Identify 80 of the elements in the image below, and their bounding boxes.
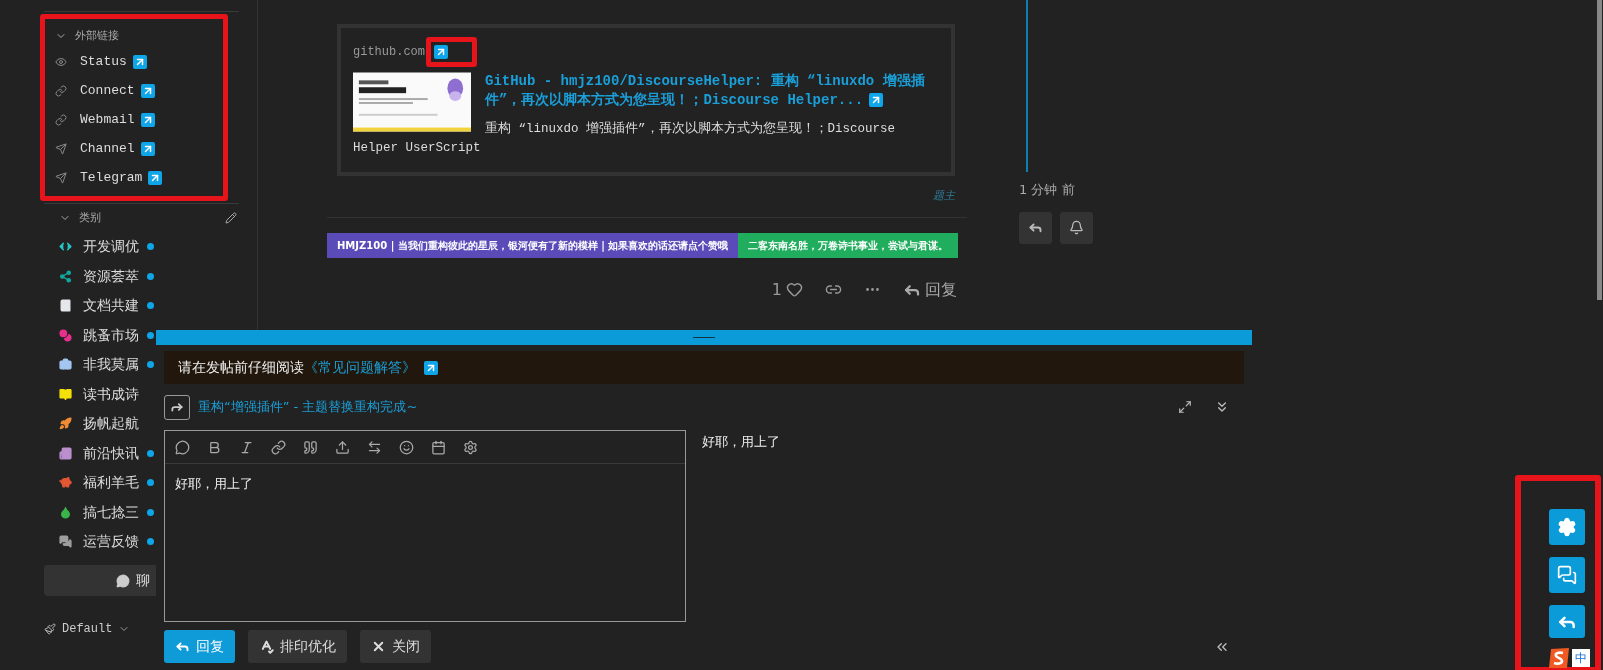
brush-icon xyxy=(44,623,56,635)
upload-icon[interactable] xyxy=(335,439,350,455)
theme-selector[interactable]: Default xyxy=(44,620,131,638)
paper-plane-icon xyxy=(55,171,67,184)
like-button[interactable]: 1 xyxy=(771,277,803,302)
category-link[interactable]: 运营反馈 xyxy=(83,531,139,553)
signature-banner: 二客东南名胜，万卷诗书事业，尝试与君谋。 xyxy=(738,232,959,258)
spell-check-icon xyxy=(259,639,274,654)
smiley-icon[interactable] xyxy=(399,439,414,455)
bold-icon[interactable] xyxy=(207,439,222,455)
close-button[interactable]: 关闭 xyxy=(360,630,431,663)
external-link-icon xyxy=(140,83,155,98)
reply-icon xyxy=(1028,220,1043,235)
calendar-icon[interactable] xyxy=(431,439,446,455)
paper-plane-icon xyxy=(55,142,67,155)
forward-icon[interactable] xyxy=(164,394,190,420)
chat-button[interactable] xyxy=(1549,557,1585,593)
category-link[interactable]: 开发调优 xyxy=(83,236,139,258)
notice-text: 请在发帖前仔细阅读 xyxy=(178,358,304,377)
sidebar-link[interactable]: Webmail xyxy=(80,109,135,130)
heart-icon xyxy=(786,281,803,298)
reply-icon xyxy=(175,639,190,654)
bell-icon xyxy=(1069,220,1084,235)
category-link[interactable]: 跳蚤市场 xyxy=(83,324,139,346)
timestamp: 1 分钟 前 xyxy=(1019,181,1076,199)
bell-button[interactable] xyxy=(1060,211,1093,244)
section-title: 外部链接 xyxy=(75,27,119,44)
sidebar-link[interactable]: Status xyxy=(80,51,127,72)
category-link[interactable]: 搞七捻三 xyxy=(83,501,139,523)
ime-mode-indicator[interactable]: 中 xyxy=(1572,649,1590,667)
typography-button[interactable]: 排印优化 xyxy=(248,630,347,663)
sidebar-link[interactable]: Channel xyxy=(80,138,135,159)
italic-icon[interactable] xyxy=(239,439,254,455)
chat-button[interactable]: 聊 xyxy=(44,565,156,596)
external-link-icon xyxy=(132,54,147,69)
onebox-description: 重构 “linuxdo 增强插件”，再次以脚本方式为您呈现！；Discourse Helper UserScript xyxy=(353,120,897,157)
settings-icon xyxy=(1557,517,1577,537)
external-link-icon xyxy=(140,141,155,156)
onebox-title-link[interactable]: GitHub - hmjz100/DiscourseHelper: 重构 “linuxdo 增强插件”，再次以脚本方式为您呈现！；Discourse Helper... xyxy=(353,72,939,110)
sidebar-link[interactable]: Connect xyxy=(80,80,135,101)
section-title: 类别 xyxy=(79,209,102,226)
domain-text: github.com xyxy=(353,44,425,61)
category-link[interactable]: 前沿快讯 xyxy=(83,442,139,464)
quote-icon[interactable] xyxy=(303,439,318,455)
preview-text: 好耶，用上了 xyxy=(702,433,780,451)
settings-icon[interactable] xyxy=(463,439,478,455)
link-icon xyxy=(55,113,67,126)
external-link-icon xyxy=(148,170,163,185)
close-icon xyxy=(371,639,386,654)
speech-bubble-icon[interactable] xyxy=(175,439,190,455)
ime-logo-icon xyxy=(1546,646,1572,670)
signature-banner: HMJZ100 | 当我们重构彼此的星辰，银河便有了新的模样 | 如果喜欢的话还请点个赞哦 xyxy=(327,232,739,258)
category-link[interactable]: 文档共建 xyxy=(83,295,139,317)
swap-icon[interactable] xyxy=(367,439,382,455)
link-icon xyxy=(55,84,67,97)
reply-to-link[interactable]: 重构“增强插件” - 主题替换重构完成~ xyxy=(198,397,1178,417)
author-label: 题主 xyxy=(933,188,955,204)
reply-button[interactable] xyxy=(1019,211,1052,244)
eye-icon xyxy=(55,55,67,68)
faq-link[interactable]: 《常见问题解答》 xyxy=(304,357,416,378)
external-link-icon xyxy=(869,93,884,108)
external-link-icon xyxy=(424,360,438,375)
external-link-icon xyxy=(140,112,155,127)
category-link[interactable]: 非我莫属 xyxy=(83,354,139,376)
category-link[interactable]: 读书成诗 xyxy=(83,383,139,405)
category-link[interactable]: 福利羊毛 xyxy=(83,472,139,494)
speech-bubble-icon xyxy=(116,573,130,588)
reply-button[interactable]: 回复 xyxy=(903,277,957,302)
editor-field[interactable]: 好耶，用上了 xyxy=(164,430,686,622)
reply-button[interactable] xyxy=(1549,605,1585,638)
settings-button[interactable] xyxy=(1549,509,1585,545)
scrollbar[interactable] xyxy=(1597,0,1602,300)
category-link[interactable]: 资源荟萃 xyxy=(83,265,139,287)
link-icon[interactable] xyxy=(271,439,286,455)
category-link[interactable]: 扬帆起航 xyxy=(83,413,139,435)
external-link-icon xyxy=(434,45,448,59)
sidebar-link[interactable]: Telegram xyxy=(80,167,143,188)
expand-icon[interactable] xyxy=(1178,400,1192,414)
speech-bubbles-icon xyxy=(1557,565,1577,585)
edit-icon[interactable] xyxy=(225,212,237,224)
